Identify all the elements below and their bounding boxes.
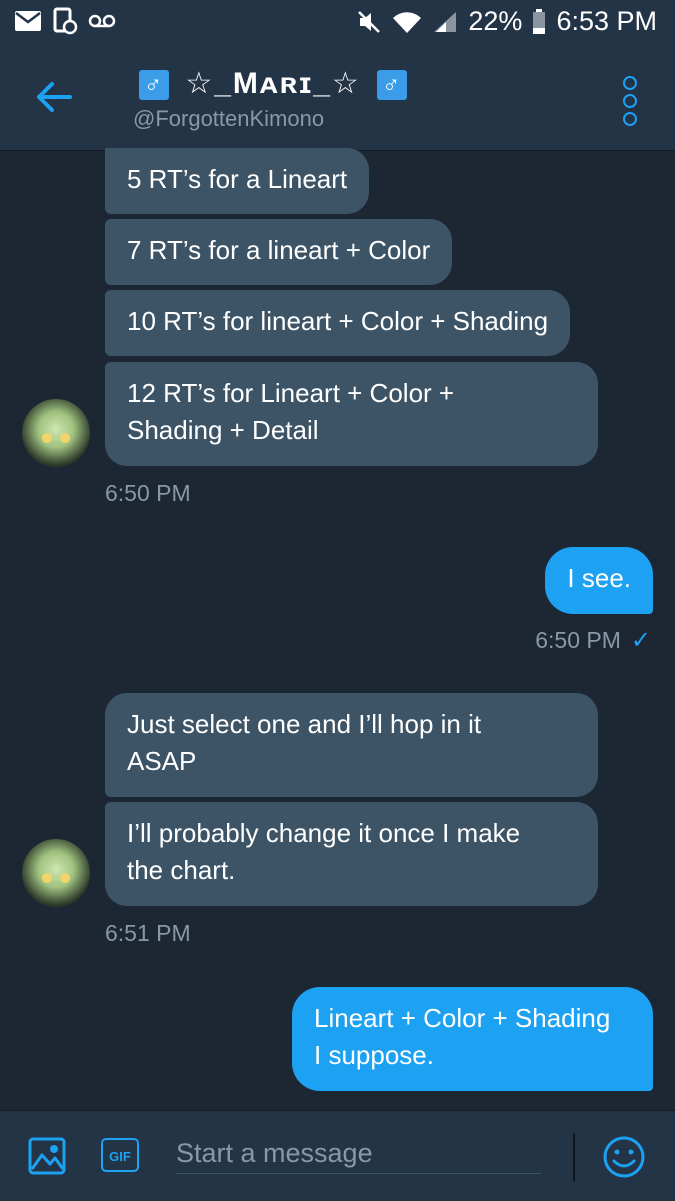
- incoming-message[interactable]: Just select one and I’ll hop in it ASAP: [105, 693, 598, 797]
- avatar[interactable]: [22, 839, 90, 907]
- outgoing-message[interactable]: Lineart + Color + Shading I suppose.: [292, 987, 653, 1091]
- more-options-icon[interactable]: [620, 76, 640, 128]
- screenshot-icon: [53, 7, 78, 35]
- male-sign-icon: ♂: [139, 70, 169, 101]
- status-bar: 22% 6:53 PM: [0, 0, 675, 44]
- mail-icon: [15, 11, 41, 31]
- message-timestamp: 6:51 PM: [105, 920, 191, 946]
- male-sign-icon: ♂: [377, 70, 408, 101]
- incoming-message[interactable]: 10 RT’s for lineart + Color + Shading: [105, 290, 571, 356]
- timestamp-text: 6:50 PM: [535, 627, 621, 653]
- emoji-icon[interactable]: [602, 1135, 646, 1179]
- incoming-message[interactable]: I’ll probably change it once I make the …: [105, 802, 598, 906]
- gif-button[interactable]: GIF: [101, 1138, 139, 1172]
- voicemail-icon: [88, 14, 116, 28]
- conversation-header: ♂ ☆_Mᴀʀɪ_☆ ♂ @ForgottenKimono: [0, 44, 675, 151]
- user-handle: @ForgottenKimono: [133, 106, 325, 131]
- image-attach-icon[interactable]: [28, 1137, 66, 1175]
- back-arrow-icon[interactable]: [34, 80, 74, 114]
- incoming-message[interactable]: 12 RT’s for Lineart + Color + Shading + …: [105, 362, 598, 466]
- outgoing-message[interactable]: I see.: [545, 547, 653, 614]
- incoming-message[interactable]: 5 RT’s for a Lineart: [105, 148, 370, 214]
- incoming-message[interactable]: 7 RT’s for a lineart + Color: [105, 219, 453, 285]
- battery-icon: [533, 8, 546, 34]
- message-input[interactable]: [176, 1133, 541, 1174]
- battery-percent: 22%: [468, 6, 523, 36]
- message-composer: GIF: [0, 1110, 675, 1201]
- checkmark-icon: ✓: [630, 627, 651, 654]
- message-timestamp: 6:50 PM: [105, 480, 191, 506]
- avatar[interactable]: [22, 399, 90, 467]
- wifi-icon: [393, 11, 422, 33]
- clock: 6:53 PM: [556, 6, 657, 36]
- conversation-title[interactable]: ♂ ☆_Mᴀʀɪ_☆ ♂: [133, 66, 413, 101]
- signal-icon: [434, 11, 457, 32]
- display-name: ☆_Mᴀʀɪ_☆: [185, 67, 361, 100]
- message-timestamp-sent: 6:50 PM ✓: [535, 626, 651, 655]
- composer-divider: [573, 1133, 575, 1181]
- mute-icon: [358, 10, 381, 33]
